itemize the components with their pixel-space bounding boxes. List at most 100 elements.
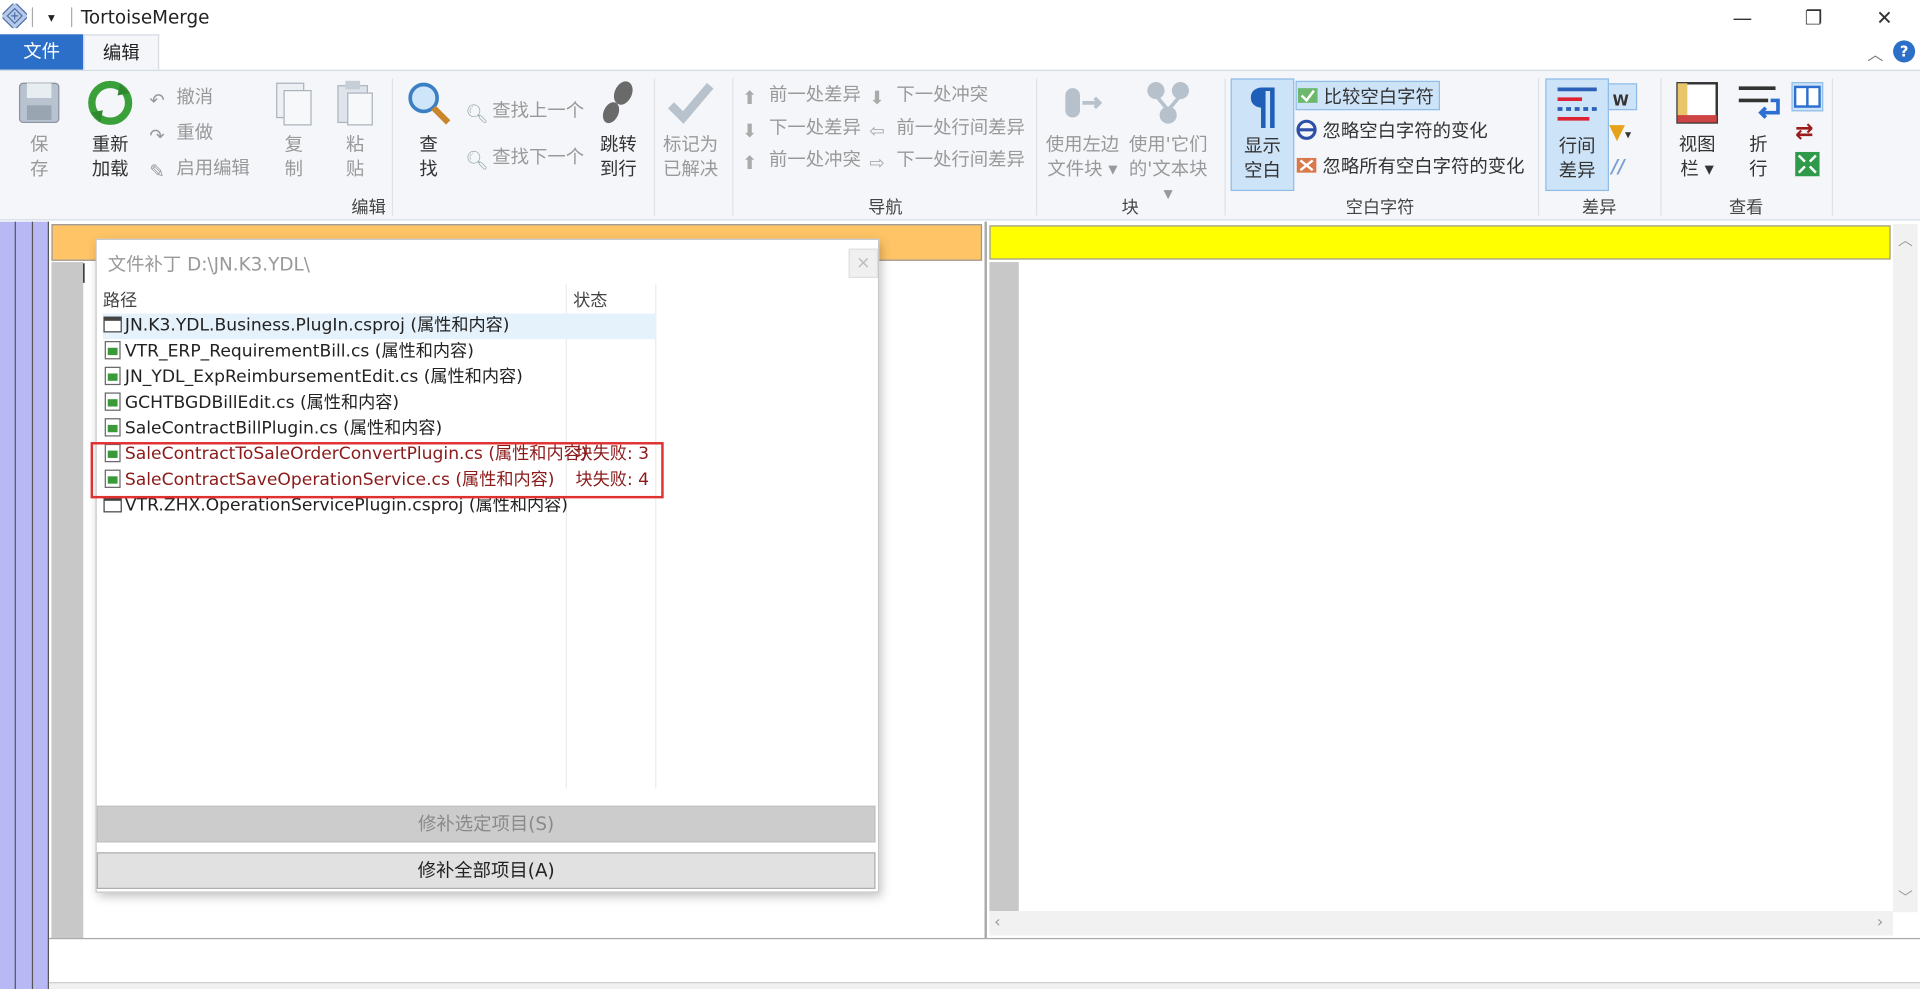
quick-access-dropdown-icon[interactable]: ▾ bbox=[42, 5, 62, 29]
find-next-button[interactable]: 🔍︎ 查找下一个 bbox=[465, 142, 584, 172]
copy-label-2: 制 bbox=[284, 157, 304, 181]
scroll-left-icon[interactable]: ‹ bbox=[994, 913, 1000, 931]
scroll-down-icon[interactable]: ﹀ bbox=[1898, 887, 1913, 908]
margin-line bbox=[47, 221, 49, 989]
prev-inline-diff-button[interactable]: ⇦ 前一处行间差异 bbox=[869, 113, 1025, 142]
viewbar-icon bbox=[1676, 82, 1718, 124]
magnifier-small-icon: 🔍︎ bbox=[465, 102, 489, 125]
prev-diff-button[interactable]: ⬆ 前一处差异 bbox=[742, 80, 861, 109]
ribbon-collapse-icon[interactable]: ︿ bbox=[1867, 42, 1883, 65]
prev-diff-label: 前一处差异 bbox=[768, 83, 861, 106]
file-name: GCHTBGDBillEdit.cs bbox=[124, 393, 295, 413]
two-pane-view-button[interactable] bbox=[1791, 82, 1824, 112]
patch-selected-button[interactable]: 修补选定项目(S) bbox=[96, 805, 876, 843]
next-inline-diff-button[interactable]: ⇨ 下一处行间差异 bbox=[869, 144, 1025, 174]
find-button[interactable]: 查 找 bbox=[397, 78, 461, 181]
file-attr: (属性和内容) bbox=[374, 341, 474, 362]
list-item[interactable]: GCHTBGDBillEdit.cs (属性和内容) bbox=[103, 391, 656, 417]
inline-diff-button[interactable]: 行间 差异 bbox=[1545, 78, 1609, 192]
next-conflict-button[interactable]: ⬇ 下一处冲突 bbox=[869, 80, 988, 109]
inline-diff-icon bbox=[1557, 87, 1597, 121]
list-item[interactable]: JN_YDL_ExpReimbursementEdit.cs (属性和内容) bbox=[103, 365, 656, 391]
copy-icon bbox=[276, 82, 312, 126]
redo-label: 重做 bbox=[176, 121, 214, 144]
undo-icon: ↶ bbox=[149, 89, 165, 112]
failed-files-highlight bbox=[90, 442, 664, 499]
list-item[interactable]: JN.K3.YDL.Business.PlugIn.csproj (属性和内容) bbox=[102, 313, 657, 340]
right-line-number-gutter bbox=[989, 262, 1019, 912]
file-list[interactable]: 路径 状态 JN.K3.YDL.Business.PlugIn.csproj (… bbox=[98, 284, 877, 793]
project-file-icon bbox=[103, 316, 122, 333]
column-header-status[interactable]: 状态 bbox=[573, 288, 607, 312]
column-header-path[interactable]: 路径 bbox=[103, 288, 137, 312]
horizontal-scrollbar[interactable]: ‹ › bbox=[989, 911, 1894, 936]
prev-conflict-button[interactable]: ⬆ 前一处冲突 bbox=[742, 144, 861, 174]
mark-resolved-button[interactable]: 标记为 已解决 bbox=[659, 78, 723, 181]
show-whitespace-button[interactable]: ¶ 显示 空白 bbox=[1230, 78, 1295, 192]
view-group-label: 查看 bbox=[1728, 198, 1764, 218]
patch-all-button[interactable]: 修补全部项目(A) bbox=[96, 852, 876, 889]
group-separator bbox=[1035, 78, 1038, 216]
undo-button[interactable]: ↶ 撤消 bbox=[149, 82, 213, 112]
pane-splitter[interactable] bbox=[984, 221, 987, 938]
paste-button[interactable]: 粘 贴 bbox=[323, 78, 387, 181]
list-item[interactable]: VTR_ERP_RequirementBill.cs (属性和内容) bbox=[103, 339, 656, 365]
scroll-right-icon[interactable]: › bbox=[1877, 913, 1883, 931]
quick-access-separator bbox=[31, 7, 34, 27]
file-name: VTR_ERP_RequirementBill.cs bbox=[124, 341, 370, 362]
next-diff-button[interactable]: ⬇ 下一处差异 bbox=[742, 113, 861, 142]
reload-icon bbox=[88, 80, 133, 125]
collapse-view-button[interactable] bbox=[1795, 151, 1820, 181]
tab-file[interactable]: 文件 bbox=[0, 34, 84, 70]
redo-button[interactable]: ↷ 重做 bbox=[149, 118, 213, 147]
restore-button[interactable]: ❐ bbox=[1778, 0, 1849, 34]
find-label-2: 找 bbox=[419, 157, 438, 181]
dialog-close-button[interactable]: × bbox=[848, 248, 878, 278]
cs-file-icon bbox=[104, 341, 121, 360]
ignore-all-whitespace-icon bbox=[1296, 157, 1317, 173]
left-line-number-gutter bbox=[51, 262, 84, 938]
vertical-scrollbar[interactable]: ︿ ﹀ bbox=[1893, 224, 1918, 913]
copy-button[interactable]: 复 制 bbox=[262, 78, 326, 181]
close-button[interactable]: ✕ bbox=[1849, 0, 1920, 34]
compare-whitespace-button[interactable]: 比较空白字符 bbox=[1295, 80, 1441, 111]
hunk-button[interactable]: // bbox=[1611, 152, 1624, 181]
word-diff-button[interactable]: W bbox=[1607, 83, 1638, 111]
goto-line-button[interactable]: 跳转 到行 bbox=[587, 78, 651, 181]
help-icon[interactable]: ? bbox=[1893, 40, 1916, 63]
left-location-bar[interactable] bbox=[0, 221, 49, 989]
filter-button[interactable]: ▼▾ bbox=[1609, 118, 1631, 147]
viewbar-label-2: 栏 ▾ bbox=[1680, 157, 1714, 181]
group-separator bbox=[1831, 78, 1834, 216]
swap-panes-button[interactable]: ⇄ bbox=[1795, 118, 1813, 147]
reload-button[interactable]: 重新 加载 bbox=[78, 78, 142, 181]
save-button[interactable]: 保 存 bbox=[7, 78, 71, 181]
ribbon: 保 存 重新 加载 ↶ 撤消 ↷ 重做 ✎ 启用编辑 复 制 粘 贴 查 找 🔍… bbox=[0, 69, 1920, 221]
viewbar-button[interactable]: 视图 栏 ▾ bbox=[1665, 78, 1729, 181]
paste-label-1: 粘 bbox=[345, 133, 365, 156]
ignore-all-whitespace-button[interactable]: 忽略所有空白字符的变化 bbox=[1296, 152, 1525, 181]
inline-diff-label-2: 差异 bbox=[1558, 159, 1596, 182]
file-attr: (属性和内容) bbox=[468, 495, 568, 516]
file-attr: (属性和内容) bbox=[423, 367, 523, 387]
ignore-whitespace-change-button[interactable]: 忽略空白字符的变化 bbox=[1296, 116, 1488, 145]
use-left-block-icon bbox=[1065, 88, 1103, 118]
minimize-button[interactable]: — bbox=[1707, 0, 1778, 34]
compare-whitespace-icon bbox=[1297, 88, 1318, 103]
inline-diff-label-1: 行间 bbox=[1558, 134, 1596, 157]
wrap-lines-button[interactable]: 折 行 bbox=[1727, 78, 1791, 181]
use-left-block-button[interactable]: 使用左边 文件块 ▾ bbox=[1043, 78, 1121, 181]
tab-edit[interactable]: 编辑 bbox=[83, 34, 160, 70]
list-item[interactable]: SaleContractBillPlugin.cs (属性和内容) bbox=[103, 416, 656, 442]
tortoise-app-icon[interactable] bbox=[2, 3, 27, 29]
ignore-whitespace-change-label: 忽略空白字符的变化 bbox=[1322, 120, 1488, 143]
ignore-whitespace-icon bbox=[1296, 119, 1317, 140]
magnifier-icon bbox=[408, 82, 451, 125]
edit-pencil-icon: ✎ bbox=[149, 160, 165, 183]
scroll-up-icon[interactable]: ︿ bbox=[1898, 229, 1913, 250]
enable-edit-button[interactable]: ✎ 启用编辑 bbox=[149, 153, 249, 183]
use-their-block-button[interactable]: 使用'它们 的'文本块 ▾ bbox=[1124, 78, 1212, 205]
edit-group-label: 编辑 bbox=[351, 198, 386, 218]
find-prev-button[interactable]: 🔍︎ 查找上一个 bbox=[465, 96, 584, 125]
filter-dropdown-icon: ▾ bbox=[1625, 128, 1632, 143]
